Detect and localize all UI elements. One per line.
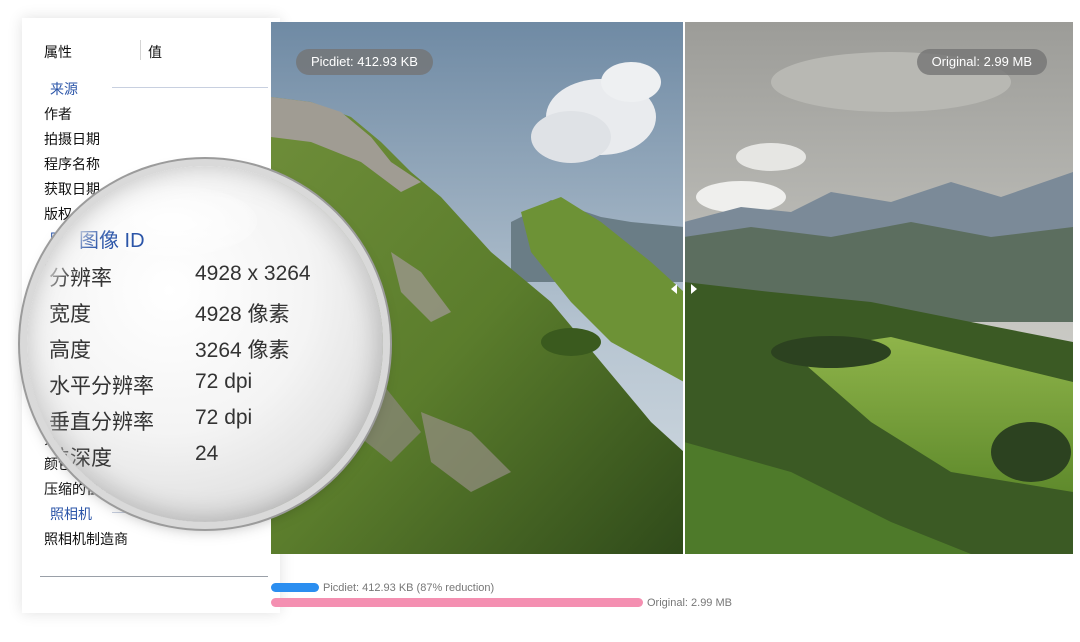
properties-header: 属性 值 bbox=[22, 18, 280, 62]
image-compare-view[interactable]: Picdiet: 412.93 KB Original: 2.99 MB bbox=[271, 22, 1073, 554]
group-label: 来源 bbox=[50, 81, 78, 97]
magnified-property-row: 分辨率 4928 x 3264 bbox=[27, 262, 383, 292]
magnified-property-value: 4928 x 3264 bbox=[195, 262, 311, 285]
magnified-property-key: 垂直分辨率 bbox=[49, 411, 154, 434]
magnified-property-key: 高度 bbox=[49, 339, 91, 362]
magnified-property-key: 分辨率 bbox=[49, 267, 112, 290]
magnified-property-row: 位深度 24 bbox=[27, 442, 383, 472]
magnified-property-key: 水平分辨率 bbox=[49, 375, 154, 398]
original-size-track bbox=[271, 598, 645, 607]
property-row[interactable]: 作者 bbox=[22, 99, 280, 124]
magnified-property-row: 水平分辨率 72 dpi bbox=[27, 370, 383, 400]
property-group-header[interactable]: 来源 bbox=[22, 74, 280, 99]
property-label: 作者 bbox=[44, 106, 72, 122]
group-label: 照相机 bbox=[50, 506, 92, 522]
picdiet-size-badge: Picdiet: 412.93 KB bbox=[296, 49, 433, 75]
column-header-property[interactable]: 属性 bbox=[44, 42, 72, 62]
magnifier-section-title: 图像 ID bbox=[79, 230, 145, 252]
magnified-property-key: 宽度 bbox=[49, 303, 91, 326]
property-label: 程序名称 bbox=[44, 156, 100, 172]
original-size-bar bbox=[271, 598, 643, 607]
original-size-badge: Original: 2.99 MB bbox=[916, 49, 1047, 75]
arrow-left-icon[interactable] bbox=[671, 284, 677, 294]
magnified-property-value: 3264 像素 bbox=[195, 339, 290, 362]
property-label: 版权 bbox=[44, 206, 72, 222]
picdiet-size-label: Picdiet: 412.93 KB (87% reduction) bbox=[323, 582, 495, 594]
original-size-label: Original: 2.99 MB bbox=[647, 597, 732, 609]
magnifier-lens: 图像 ID 分辨率 4928 x 3264 宽度 4928 像素高度 3264 像素水平… bbox=[27, 166, 383, 522]
compare-divider[interactable] bbox=[683, 22, 685, 554]
panel-bottom-divider bbox=[40, 576, 268, 577]
column-header-value[interactable]: 值 bbox=[148, 42, 162, 62]
picdiet-size-bar bbox=[271, 583, 319, 592]
column-separator[interactable] bbox=[140, 40, 141, 60]
property-row[interactable]: 拍摄日期 bbox=[22, 124, 280, 149]
magnified-property-row: 高度 3264 像素 bbox=[27, 334, 383, 364]
magnified-property-key: 位深度 bbox=[49, 447, 112, 470]
property-label: 照相机制造商 bbox=[44, 531, 128, 547]
magnified-property-value: 72 dpi bbox=[195, 406, 253, 429]
property-row[interactable]: 照相机制造商 bbox=[22, 524, 280, 549]
magnified-property-row: 宽度 4928 像素 bbox=[27, 298, 383, 328]
magnified-property-value: 24 bbox=[195, 442, 219, 465]
lens-glare bbox=[87, 186, 257, 256]
magnified-property-value: 72 dpi bbox=[195, 370, 253, 393]
magnified-property-row: 垂直分辨率 72 dpi bbox=[27, 406, 383, 436]
property-label: 拍摄日期 bbox=[44, 131, 100, 147]
property-label: 获取日期 bbox=[44, 181, 100, 197]
group-divider bbox=[112, 87, 268, 88]
magnified-property-value: 4928 像素 bbox=[195, 303, 290, 326]
arrow-right-icon[interactable] bbox=[691, 284, 697, 294]
